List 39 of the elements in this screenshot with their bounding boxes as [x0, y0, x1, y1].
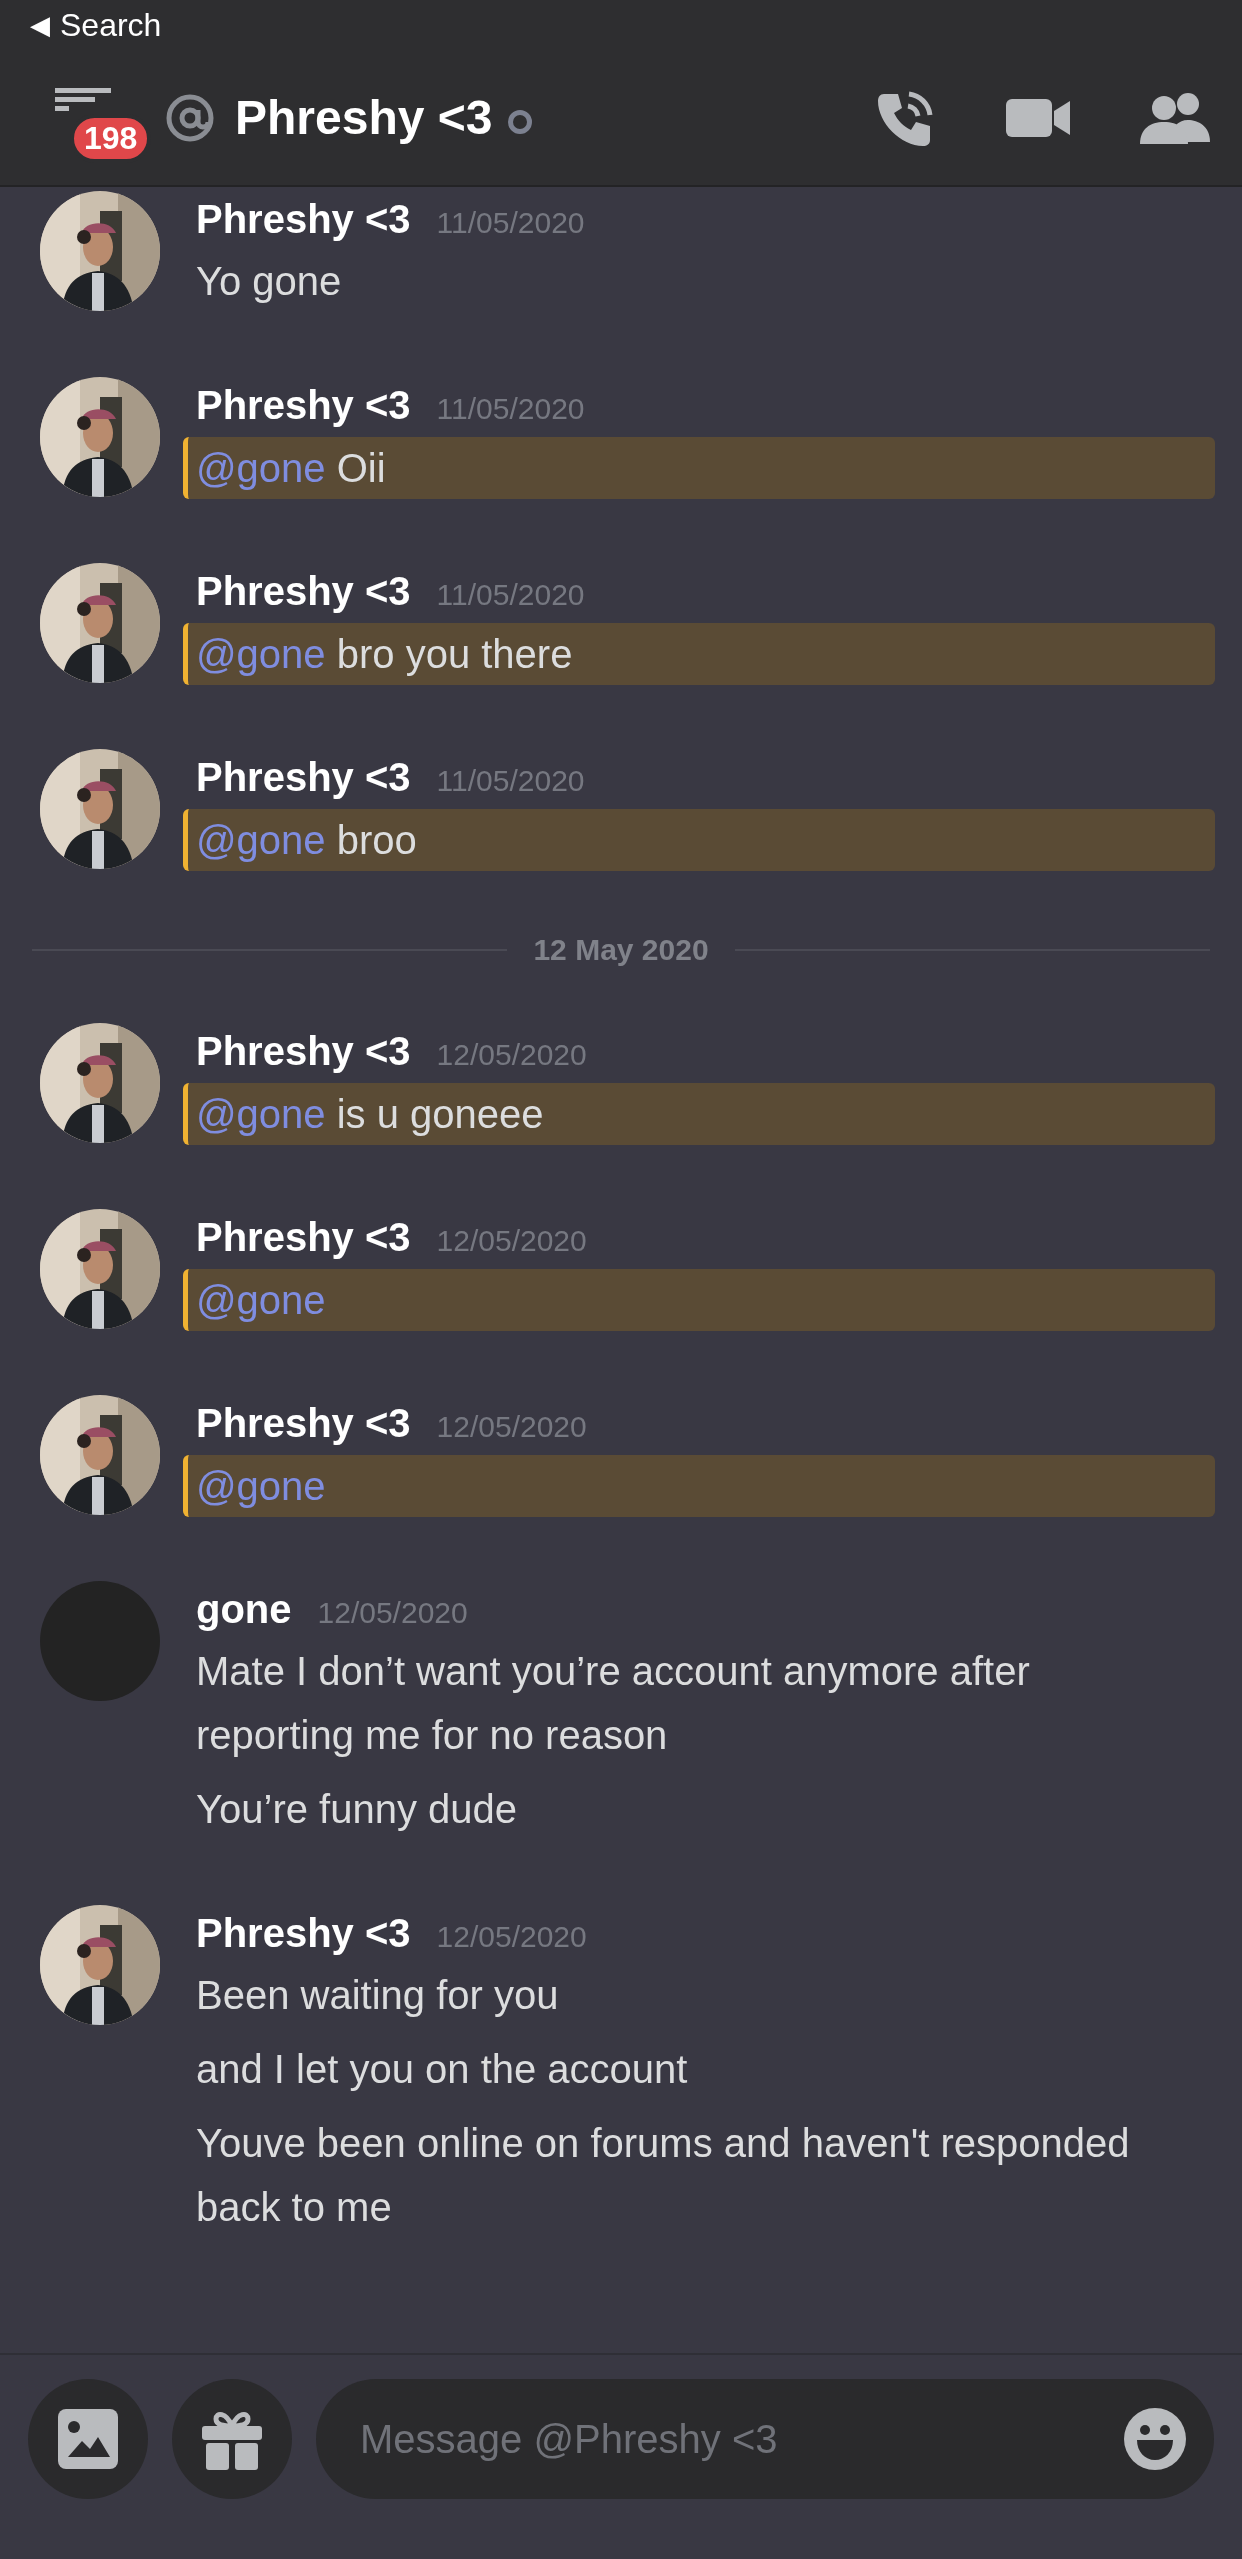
- message-text: broo: [335, 818, 417, 862]
- message-timestamp: 12/05/2020: [317, 1596, 468, 1630]
- message-text: bro you there: [335, 632, 573, 676]
- message-input[interactable]: Message @Phreshy <3: [358, 2415, 1124, 2463]
- message-text: is u goneee: [335, 1092, 544, 1136]
- back-link[interactable]: Search: [60, 6, 162, 44]
- message-timestamp: 11/05/2020: [436, 578, 585, 612]
- message-text: Mate I don’t want you’re account anymore after reporting me for no reason: [196, 1648, 1031, 1759]
- at-sign-icon: [165, 92, 215, 143]
- back-arrow-icon[interactable]: ◀: [30, 9, 50, 41]
- author-name[interactable]: gone: [196, 1587, 292, 1632]
- menu-icon[interactable]: [55, 87, 111, 112]
- message-timestamp: 12/05/2020: [436, 1410, 587, 1444]
- message-timestamp: 12/05/2020: [436, 1038, 587, 1072]
- channel-title: Phreshy <3: [235, 90, 493, 145]
- image-icon: [58, 2409, 118, 2469]
- author-name[interactable]: Phreshy <3: [196, 1215, 411, 1260]
- author-name[interactable]: Phreshy <3: [196, 1911, 411, 1956]
- emoji-icon[interactable]: [1124, 2408, 1186, 2470]
- author-name[interactable]: Phreshy <3: [196, 755, 411, 800]
- message-timestamp: 11/05/2020: [436, 392, 585, 426]
- message-text: Yo gone: [196, 258, 343, 305]
- message-text: Oii: [335, 446, 386, 490]
- date-divider: 12 May 2020: [533, 933, 709, 967]
- author-name[interactable]: Phreshy <3: [196, 197, 411, 242]
- author-name[interactable]: Phreshy <3: [196, 1401, 411, 1446]
- author-name[interactable]: Phreshy <3: [196, 1029, 411, 1074]
- message-text: Been waiting for you: [196, 1972, 560, 2019]
- members-icon[interactable]: [1140, 91, 1212, 144]
- message-text: and I let you on the account: [196, 2046, 689, 2093]
- author-name[interactable]: Phreshy <3: [196, 569, 411, 614]
- message-timestamp: 11/05/2020: [436, 206, 585, 240]
- message-timestamp: 11/05/2020: [436, 764, 585, 798]
- author-name[interactable]: Phreshy <3: [196, 383, 411, 428]
- message-text: Youve been online on forums and haven't responded back to me: [196, 2120, 1131, 2231]
- message-field[interactable]: Message @Phreshy <3: [316, 2379, 1214, 2499]
- message-text: You’re funny dude: [196, 1786, 518, 1833]
- message-timestamp: 12/05/2020: [436, 1920, 587, 1954]
- message-timestamp: 12/05/2020: [436, 1224, 587, 1258]
